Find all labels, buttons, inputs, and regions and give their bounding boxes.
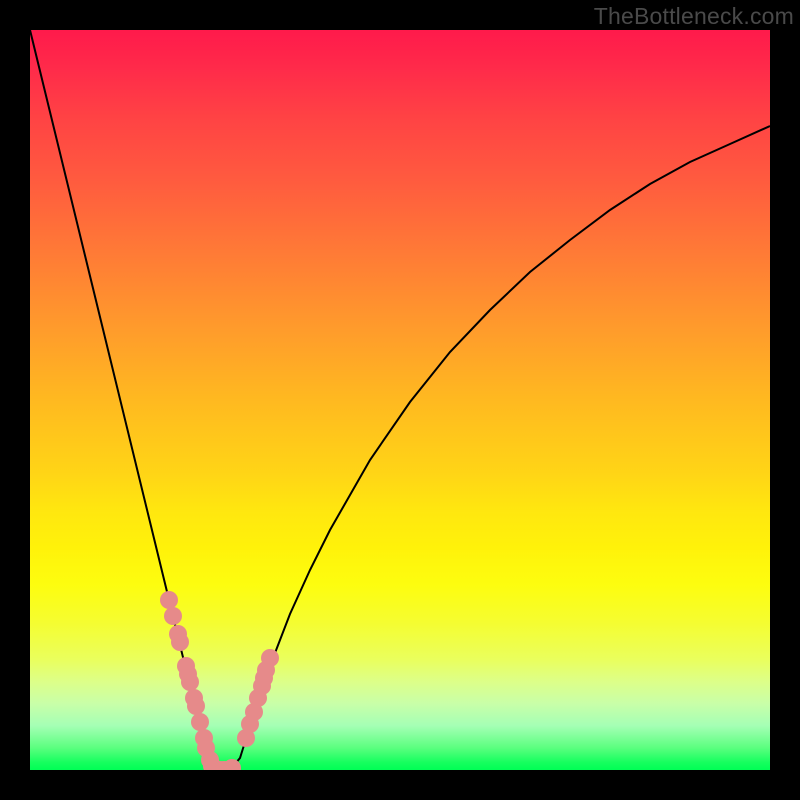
marker-group xyxy=(160,591,279,770)
plot-area xyxy=(30,30,770,770)
marker-dot xyxy=(160,591,178,609)
marker-dot xyxy=(187,697,205,715)
marker-dot xyxy=(181,673,199,691)
marker-dot xyxy=(191,713,209,731)
marker-dot xyxy=(164,607,182,625)
marker-dot xyxy=(171,633,189,651)
bottleneck-curve xyxy=(30,30,770,770)
curve-svg xyxy=(30,30,770,770)
chart-stage: TheBottleneck.com xyxy=(0,0,800,800)
watermark-text: TheBottleneck.com xyxy=(594,3,794,30)
marker-dot xyxy=(261,649,279,667)
